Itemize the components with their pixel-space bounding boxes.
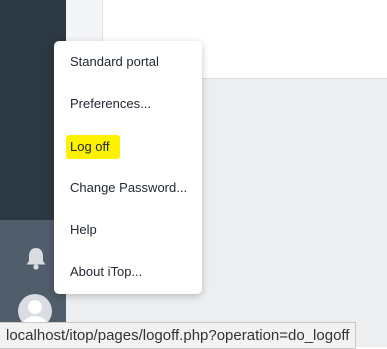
menu-item-label: Change Password... bbox=[70, 180, 188, 195]
status-bar-url: localhost/itop/pages/logoff.php?operatio… bbox=[0, 322, 357, 349]
menu-item-preferences[interactable]: Preferences... bbox=[70, 92, 151, 116]
user-menu: Standard portal Preferences... Log off C… bbox=[54, 41, 202, 294]
menu-item-help[interactable]: Help bbox=[70, 218, 97, 242]
menu-item-label: Preferences... bbox=[70, 96, 151, 111]
menu-item-label: About iTop... bbox=[70, 264, 143, 279]
menu-item-label: Help bbox=[70, 222, 97, 237]
menu-item-log-off[interactable]: Log off bbox=[66, 135, 120, 159]
menu-item-label: Standard portal bbox=[70, 54, 159, 69]
menu-item-standard-portal[interactable]: Standard portal bbox=[70, 50, 159, 74]
menu-item-label: Log off bbox=[66, 135, 120, 159]
bell-icon[interactable] bbox=[22, 244, 50, 272]
menu-item-about[interactable]: About iTop... bbox=[70, 260, 142, 284]
menu-item-change-password[interactable]: Change Password... bbox=[70, 176, 187, 200]
